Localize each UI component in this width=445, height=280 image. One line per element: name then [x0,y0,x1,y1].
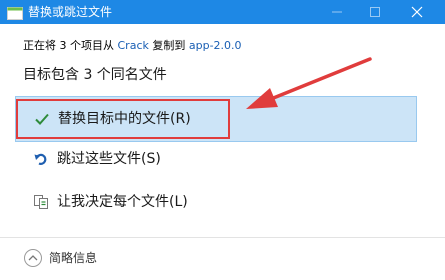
conflict-heading: 目标包含 3 个同名文件 [23,67,167,83]
close-icon [411,6,423,18]
info-middle: 复制到 [152,39,186,52]
dialog-footer: 简略信息 [0,237,445,280]
maximize-button[interactable] [358,0,392,24]
minimize-icon [332,11,342,13]
maximize-icon [370,7,380,17]
decide-each-file-option[interactable]: 让我决定每个文件(L) [15,180,417,226]
info-prefix: 正在将 3 个项目从 [23,39,114,52]
copy-progress-info: 正在将 3 个项目从 Crack 复制到 app-2.0.0 [23,38,242,53]
chevron-up-icon [24,249,42,267]
annotation-arrow-icon [246,57,372,109]
title-bar: 替换或跳过文件 [0,0,445,24]
decide-each-file-label: 让我决定每个文件(L) [57,194,188,210]
fewer-details-label[interactable]: 简略信息 [49,251,97,266]
source-folder-link[interactable]: Crack [118,39,149,52]
destination-folder-link[interactable]: app-2.0.0 [189,39,242,52]
compare-files-icon [33,194,49,210]
minimize-button[interactable] [320,0,354,24]
skip-files-option[interactable]: 跳过这些文件(S) [15,137,417,183]
window-icon [7,5,23,20]
window-title: 替换或跳过文件 [28,5,113,19]
annotation-highlight-box [16,99,230,139]
skip-icon [33,151,49,167]
fewer-details-button[interactable] [23,248,43,268]
close-button[interactable] [400,0,434,24]
skip-files-label: 跳过这些文件(S) [57,151,161,167]
